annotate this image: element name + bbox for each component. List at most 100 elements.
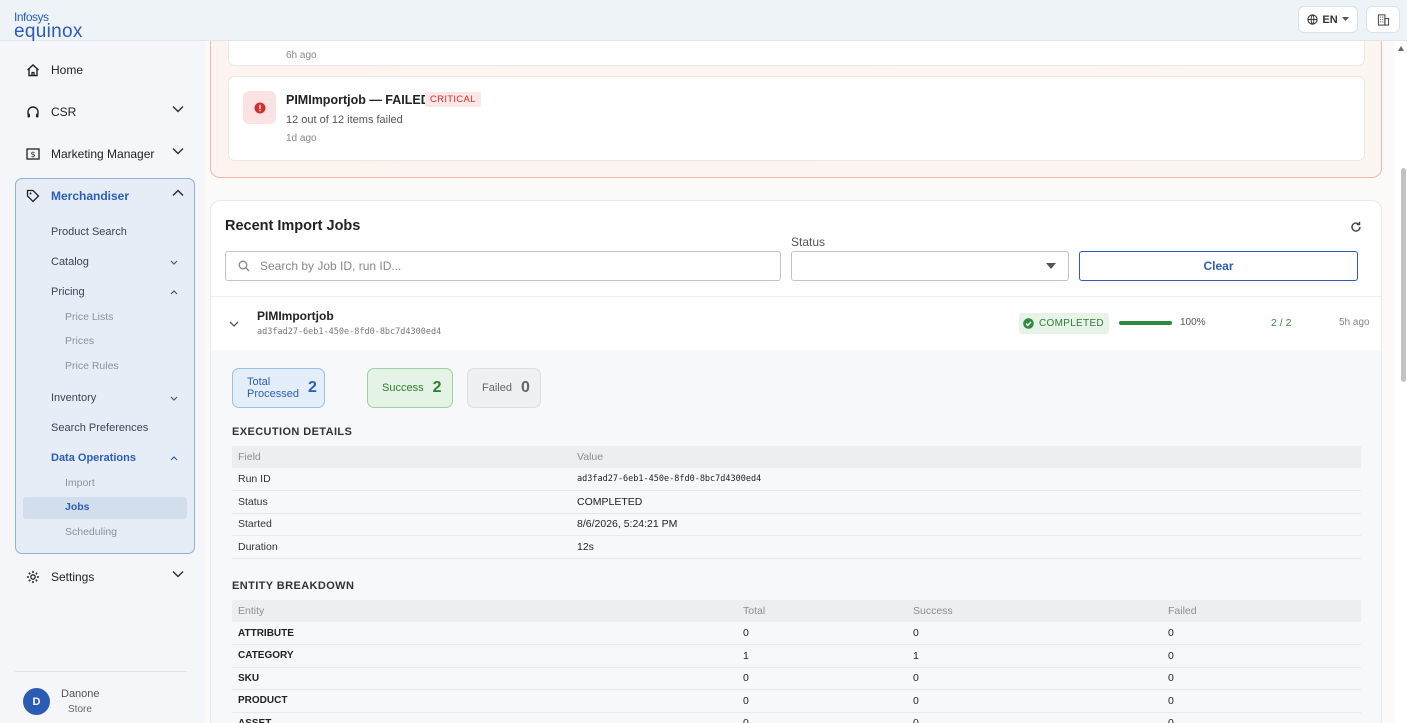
- check-circle-icon: [1023, 318, 1034, 329]
- entity-cell: SKU: [232, 667, 737, 690]
- failed-stat: Failed 0: [467, 368, 541, 408]
- alerts-panel: 6h ago PIMImportjob — FAILED CRITICAL 12…: [210, 41, 1382, 178]
- home-icon: [27, 64, 39, 77]
- chevron-down-icon[interactable]: [170, 396, 178, 401]
- sidebar-item-settings[interactable]: Settings: [14, 562, 194, 592]
- chevron-down-icon[interactable]: [229, 321, 239, 327]
- field-cell: Run ID: [232, 468, 571, 491]
- status-text: COMPLETED: [1039, 318, 1104, 329]
- scroll-up-icon[interactable]: [1398, 46, 1404, 51]
- sidebar-item-inventory[interactable]: Inventory: [51, 392, 96, 404]
- sidebar-item-label: Marketing Manager: [51, 147, 155, 161]
- count-cell: 0: [907, 712, 1162, 723]
- error-icon: [243, 91, 276, 124]
- sidebar-item-home[interactable]: Home: [14, 55, 194, 85]
- recent-import-jobs-card: Recent Import Jobs Status Search by Job …: [210, 200, 1382, 723]
- chevron-down-icon: [172, 570, 184, 578]
- column-header: Success: [907, 600, 1162, 622]
- table-row: SKU 0 0 0: [232, 667, 1361, 690]
- count-cell: 0: [1162, 644, 1361, 668]
- value-cell: 8/6/2026, 5:24:21 PM: [571, 513, 1361, 536]
- count-cell: 0: [1162, 667, 1361, 690]
- scrollbar-thumb[interactable]: [1401, 168, 1406, 382]
- table-row: PRODUCT 0 0 0: [232, 689, 1361, 713]
- sidebar-item-catalog[interactable]: Catalog: [51, 256, 89, 268]
- refresh-icon[interactable]: [1350, 221, 1362, 233]
- chevron-up-icon[interactable]: [170, 456, 178, 461]
- dollar-icon: $: [26, 148, 40, 160]
- count-cell: 0: [907, 689, 1162, 713]
- entity-rows: ATTRIBUTE000CATEGORY110SKU000PRODUCT000A…: [232, 622, 1361, 723]
- count-cell: 0: [1162, 712, 1361, 723]
- sidebar-item-merchandiser[interactable]: Merchandiser: [14, 181, 194, 211]
- tag-icon: [26, 189, 40, 203]
- job-row[interactable]: PIMImportjob ad3fad27-6eb1-450e-8fd0-8bc…: [211, 296, 1381, 350]
- top-bar: Infosys equinox EN: [0, 0, 1407, 41]
- alert-message: 12 out of 12 items failed: [286, 114, 403, 126]
- entity-cell: PRODUCT: [232, 689, 737, 713]
- chevron-down-icon[interactable]: [170, 260, 178, 265]
- sidebar-item-label: Home: [51, 63, 84, 77]
- caret-down-icon: [1046, 263, 1056, 269]
- stat-label: Total Processed: [247, 376, 299, 400]
- search-input[interactable]: Search by Job ID, run ID...: [225, 251, 781, 281]
- sidebar-item-label: CSR: [51, 105, 77, 119]
- sidebar-item-label: Settings: [51, 570, 95, 584]
- execution-details-title: EXECUTION DETAILS: [232, 426, 353, 438]
- store-switcher-button[interactable]: [1366, 6, 1400, 33]
- sidebar-item-product-search[interactable]: Product Search: [51, 226, 127, 238]
- chevron-up-icon: [172, 189, 184, 197]
- status-select[interactable]: [791, 251, 1069, 281]
- total-processed-stat: Total Processed 2: [232, 368, 325, 408]
- status-badge: COMPLETED: [1019, 313, 1109, 334]
- entity-breakdown-title: ENTITY BREAKDOWN: [232, 580, 355, 592]
- brand-logo[interactable]: Infosys equinox: [14, 11, 83, 41]
- entity-cell: ASSET: [232, 712, 737, 723]
- status-filter-label: Status: [791, 235, 826, 249]
- sidebar-item-csr[interactable]: CSR: [14, 97, 194, 127]
- sidebar-item-price-lists[interactable]: Price Lists: [65, 311, 113, 323]
- table-row: Status COMPLETED: [232, 490, 1361, 514]
- column-header: Total: [737, 600, 907, 622]
- progress-bar: [1119, 321, 1172, 325]
- progress-fill: [1119, 321, 1172, 325]
- user-name: Danone: [61, 688, 100, 700]
- sidebar-item-data-operations[interactable]: Data Operations: [51, 452, 136, 464]
- stat-value: 2: [307, 379, 317, 396]
- sidebar-item-import[interactable]: Import: [65, 477, 95, 489]
- execution-details-table: Field Value Run ID ad3fad27-6eb1-450e-8fd…: [232, 446, 1361, 559]
- sidebar-item-marketing-manager[interactable]: $ Marketing Manager: [14, 139, 194, 169]
- alert-card[interactable]: 6h ago: [228, 41, 1365, 66]
- language-selector[interactable]: EN: [1298, 6, 1358, 33]
- clear-button[interactable]: Clear: [1079, 251, 1358, 281]
- headset-icon: [27, 106, 39, 118]
- column-header: Failed: [1162, 600, 1361, 622]
- alert-card[interactable]: PIMImportjob — FAILED CRITICAL 12 out of…: [228, 76, 1365, 161]
- main-content: 6h ago PIMImportjob — FAILED CRITICAL 12…: [205, 41, 1395, 723]
- brand-line2: equinox: [14, 21, 83, 42]
- job-details: Total Processed 2 Success 2 Failed 0 EXE…: [211, 350, 1381, 723]
- table-row: Duration 12s: [232, 535, 1361, 559]
- user-profile[interactable]: D Danone Store: [15, 671, 187, 723]
- sidebar-item-jobs[interactable]: Jobs: [65, 501, 90, 513]
- sidebar-item-search-preferences[interactable]: Search Preferences: [51, 422, 148, 434]
- count-cell: 0: [1162, 689, 1361, 713]
- sidebar-item-pricing[interactable]: Pricing: [51, 286, 85, 298]
- globe-icon: [1307, 14, 1318, 25]
- sidebar-item-scheduling[interactable]: Scheduling: [65, 526, 117, 538]
- sidebar-item-price-rules[interactable]: Price Rules: [65, 360, 119, 372]
- sidebar-item-jobs-active[interactable]: [23, 497, 187, 519]
- sidebar-item-label: Merchandiser: [51, 189, 130, 203]
- chevron-up-icon[interactable]: [170, 290, 178, 295]
- scrollbar[interactable]: [1395, 41, 1407, 723]
- sidebar-item-prices[interactable]: Prices: [65, 335, 94, 347]
- count-cell: 0: [737, 712, 907, 723]
- alert-time: 6h ago: [286, 50, 317, 61]
- table-row: Run ID ad3fad27-6eb1-450e-8fd0-8bc7d4300e…: [232, 468, 1361, 491]
- gear-icon: [27, 571, 39, 583]
- search-placeholder: Search by Job ID, run ID...: [260, 259, 402, 273]
- value-cell: COMPLETED: [571, 490, 1361, 514]
- stat-value: 2: [432, 379, 442, 396]
- panel-title: Recent Import Jobs: [225, 218, 361, 234]
- progress-label: 100%: [1180, 317, 1206, 328]
